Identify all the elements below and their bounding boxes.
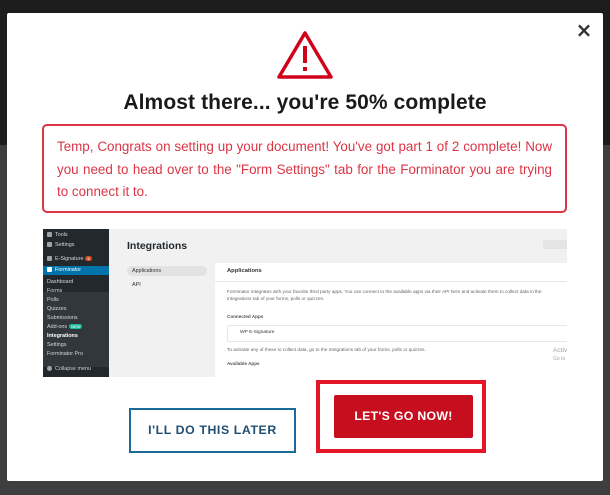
preview-tab-api: API — [132, 282, 141, 288]
preview-top-button — [543, 240, 567, 249]
lets-go-now-button[interactable]: LET'S GO NOW! — [334, 395, 473, 438]
integration-modal: × Almost there... you're 50% complete Te… — [7, 13, 603, 481]
settings-icon — [47, 242, 52, 248]
connected-app-row: WP E-Signature — [227, 325, 567, 342]
pen-icon — [47, 256, 52, 262]
windows-watermark: Activate Windows Go to Settings to activ… — [553, 347, 567, 362]
available-apps-label: Available Apps — [227, 361, 260, 366]
submenu-integrations: Integrations — [47, 333, 78, 339]
sidebar-item-settings: Settings — [47, 242, 74, 248]
submenu-dashboard: Dashboard — [47, 279, 74, 285]
activate-note: To activate any of these to collect data… — [227, 347, 426, 352]
preview-page-title: Integrations — [127, 240, 188, 252]
submenu-quizzes: Quizzes — [47, 306, 67, 312]
panel-heading: Applications — [227, 268, 262, 274]
modal-title: Almost there... you're 50% complete — [123, 91, 487, 114]
new-badge: NEW — [69, 324, 83, 329]
integrations-screenshot: Tools Settings E-Signature 6 Forminator D… — [43, 229, 567, 377]
alert-notice: Temp, Congrats on setting up your docume… — [42, 124, 567, 213]
submenu-addons: Add-ons NEW — [47, 324, 83, 330]
panel-divider — [215, 281, 567, 282]
sidebar-item-tools: Tools — [47, 232, 68, 238]
wrench-icon — [47, 232, 52, 238]
submenu-polls: Polls — [47, 297, 59, 303]
forminator-icon — [47, 267, 52, 273]
submenu-settings: Settings — [47, 342, 67, 348]
submenu-submissions: Submissions — [47, 315, 78, 321]
sidebar-collapse: Collapse menu — [47, 366, 91, 372]
preview-panel: Applications Forminator integrates with … — [215, 263, 567, 377]
update-badge: 6 — [85, 256, 92, 261]
wp-admin-sidebar: Tools Settings E-Signature 6 Forminator D… — [43, 229, 109, 377]
preview-tab-applications: Applications — [127, 266, 207, 276]
connected-apps-label: Connected Apps — [227, 314, 264, 319]
connected-app-name: WP E-Signature — [240, 330, 275, 335]
sidebar-item-esignature: E-Signature 6 — [47, 256, 92, 262]
submenu-forms: Forms — [47, 288, 63, 294]
panel-description-2: Integrations tab of your forms, polls or… — [227, 296, 325, 301]
close-icon[interactable]: × — [575, 20, 593, 40]
collapse-icon — [47, 366, 52, 372]
preview-tabs: Applications API — [127, 266, 207, 294]
do-this-later-button[interactable]: I'LL DO THIS LATER — [129, 408, 296, 453]
sidebar-item-forminator: Forminator — [43, 266, 109, 275]
warning-icon — [277, 31, 333, 79]
submenu-forminator-pro: Forminator Pro — [47, 351, 83, 357]
